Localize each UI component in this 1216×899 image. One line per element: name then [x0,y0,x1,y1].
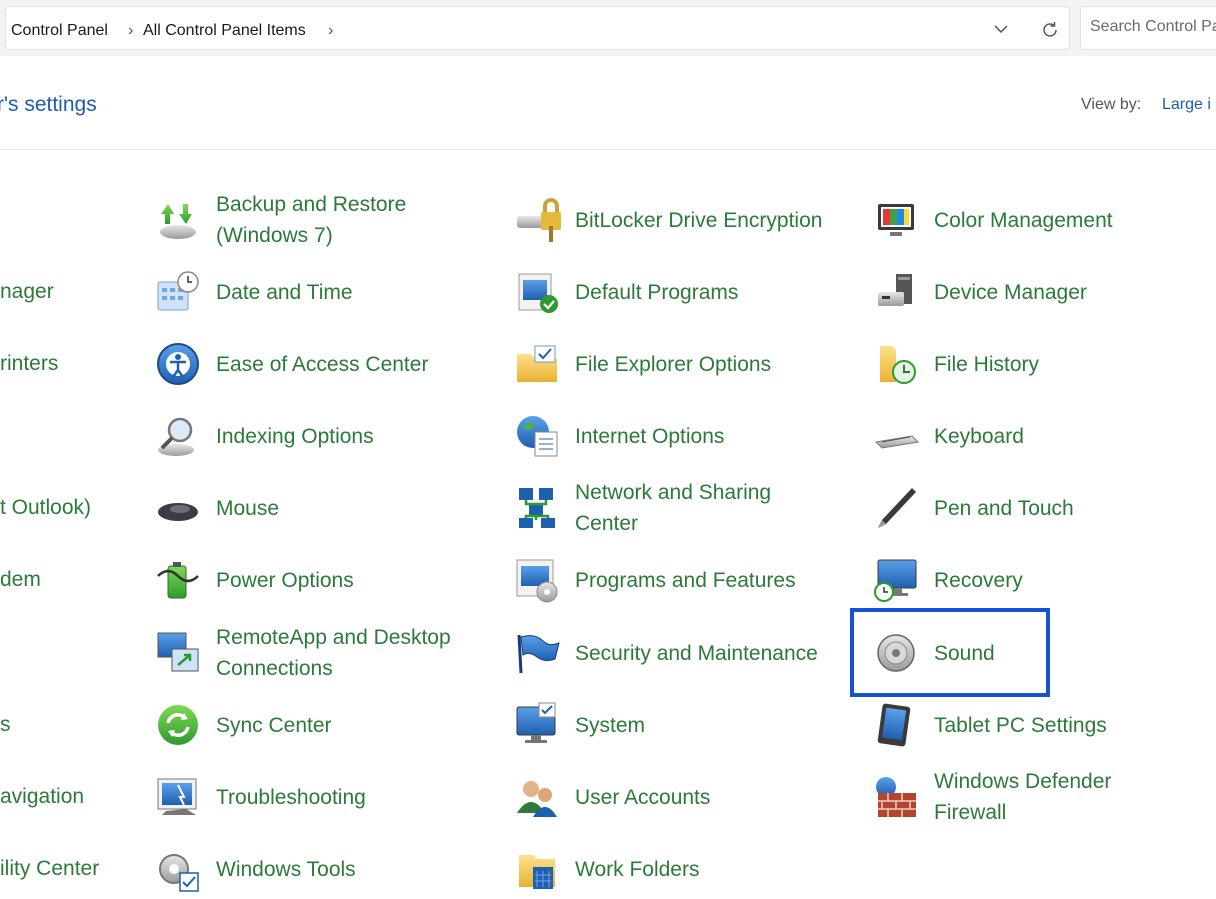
page-title: r's settings [0,93,97,116]
cpl-item-label[interactable]: File Explorer Options [575,334,771,394]
breadcrumb-separator[interactable]: › [328,22,333,40]
cpl-item-label-clipped[interactable]: ility Center [0,839,99,899]
mouse-icon [158,503,198,521]
sync-icon [158,705,198,745]
user-accounts-icon [517,781,557,817]
cpl-item-label[interactable]: Device Manager [934,262,1087,322]
cpl-item-label[interactable]: Mouse [216,478,279,538]
cpl-item-label-clipped[interactable]: dem [0,550,41,610]
cpl-item-label[interactable]: File History [934,334,1039,394]
cpl-item-label[interactable]: Color Management [934,190,1113,250]
windows-tools-icon [159,854,199,892]
backup-restore-icon [160,204,196,239]
firewall-icon [876,777,916,817]
bitlocker-icon [517,198,561,242]
troubleshooting-icon [157,778,197,815]
recovery-icon [874,559,917,602]
cpl-item-label[interactable]: Recovery [934,550,1023,610]
breadcrumb-all-items[interactable]: All Control Panel Items [143,22,306,40]
date-time-icon [157,271,199,311]
default-programs-icon [518,273,558,313]
cpl-item-label[interactable]: Tablet PC Settings [934,695,1107,755]
cpl-item-label[interactable]: Internet Options [575,406,724,466]
cpl-item-label-clipped[interactable]: avigation [0,767,84,827]
selection-highlight [850,608,1050,697]
cpl-item-label[interactable]: User Accounts [575,767,710,827]
cpl-item-label[interactable]: Ease of Access Center [216,334,428,394]
breadcrumb-separator: › [128,22,134,39]
cpl-item-label-clipped[interactable]: nager [0,262,54,322]
tablet-icon [877,703,911,747]
refresh-icon[interactable] [1039,19,1061,41]
cpl-item-label-clipped[interactable]: rinters [0,334,58,394]
cpl-item-label[interactable]: Indexing Options [216,406,374,466]
cpl-item-label[interactable]: Programs and Features [575,550,796,610]
cpl-item-label[interactable]: Backup and Restore (Windows 7) [216,190,406,250]
cpl-item-label[interactable]: Default Programs [575,262,738,322]
ease-of-access-icon [157,343,199,385]
breadcrumb-control-panel[interactable]: Control Panel [11,22,108,40]
file-history-icon [880,346,916,384]
indexing-icon [158,417,194,456]
cpl-item-label[interactable]: RemoteApp and Desktop Connections [216,623,451,683]
cpl-item-label[interactable]: Keyboard [934,406,1024,466]
cpl-item-label[interactable]: Troubleshooting [216,767,366,827]
folder-options-icon [517,345,557,382]
search-input[interactable] [1090,18,1216,36]
cpl-item-label[interactable]: Network and Sharing Center [575,478,771,538]
cpl-item-label[interactable]: System [575,695,645,755]
device-manager-icon [878,274,912,306]
cpl-item-label[interactable]: Windows Tools [216,839,356,899]
cpl-item-label[interactable]: Date and Time [216,262,353,322]
pen-icon [878,488,916,528]
remoteapp-icon [157,632,199,672]
cpl-item-label[interactable]: Sync Center [216,695,332,755]
divider [0,149,1216,150]
top-bar: Control Panel › All Control Panel Items … [0,0,1216,56]
network-icon [519,488,555,528]
power-icon [157,562,199,599]
cpl-item-label[interactable]: BitLocker Drive Encryption [575,190,822,250]
work-folders-icon [519,855,555,889]
color-management-icon [878,204,914,236]
cpl-item-label-clipped[interactable]: t Outlook) [0,478,91,538]
chevron-down-icon[interactable] [991,19,1011,39]
cpl-item-label[interactable]: Pen and Touch [934,478,1074,538]
cpl-item-label[interactable]: Windows Defender Firewall [934,767,1111,827]
address-bar[interactable]: Control Panel › All Control Panel Items … [5,6,1070,50]
internet-options-icon [517,416,558,457]
search-box[interactable] [1080,6,1216,50]
cpl-item-label[interactable]: Work Folders [575,839,699,899]
flag-icon [517,634,560,674]
cpl-item-label[interactable]: Power Options [216,550,354,610]
programs-icon [516,559,558,603]
cpl-item-label[interactable]: Security and Maintenance [575,623,818,683]
keyboard-icon [874,435,920,449]
view-by-dropdown[interactable]: Large i [1162,96,1211,114]
cpl-item-label-clipped[interactable]: s [0,695,11,755]
system-icon [516,702,556,743]
view-by-label: View by: [1081,96,1142,113]
